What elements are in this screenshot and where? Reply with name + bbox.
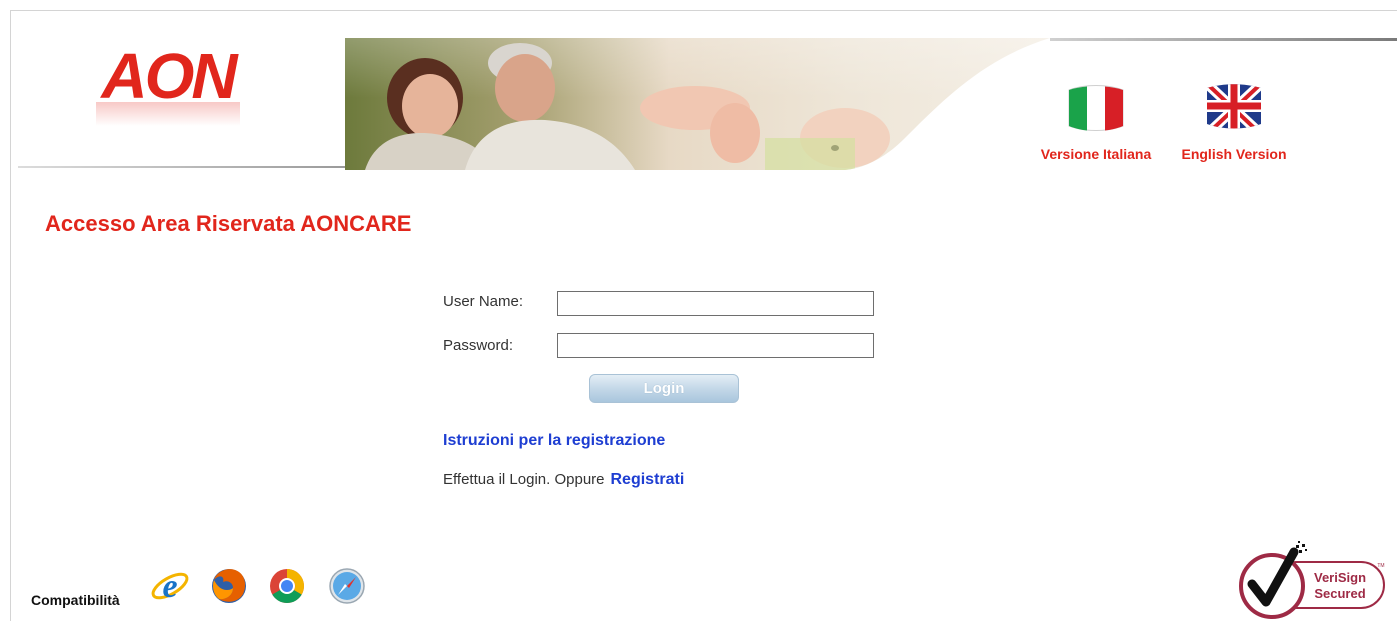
password-input[interactable] xyxy=(557,333,874,358)
logo-text: AON xyxy=(99,40,239,112)
register-link[interactable]: Registrati xyxy=(611,471,685,488)
firefox-icon xyxy=(212,569,246,603)
username-input[interactable] xyxy=(557,291,874,316)
uk-flag-icon xyxy=(1207,84,1261,129)
svg-text:e: e xyxy=(162,568,177,605)
chrome-icon xyxy=(270,569,304,603)
compatibility-label: Compatibilità xyxy=(31,592,120,608)
italian-version-label: Versione Italiana xyxy=(1040,146,1152,162)
register-row: Effettua il Login. Oppure Registrati xyxy=(443,471,684,489)
aon-logo[interactable]: AON xyxy=(86,40,250,132)
english-version-label: English Version xyxy=(1181,146,1287,162)
header-banner-image xyxy=(345,38,1050,170)
safari-icon xyxy=(329,568,365,604)
verisign-trademark: TM xyxy=(1377,563,1384,569)
registration-instructions-link[interactable]: Istruzioni per la registrazione xyxy=(443,432,665,450)
italian-version-link[interactable]: Versione Italiana xyxy=(1030,80,1162,162)
italy-flag-icon xyxy=(1068,85,1124,131)
verisign-secured-seal[interactable]: VeriSign Secured TM xyxy=(1236,540,1388,620)
english-version-link[interactable]: English Version xyxy=(1172,80,1296,162)
verisign-text-line2: Secured xyxy=(1314,586,1365,601)
register-prompt: Effettua il Login. Oppure xyxy=(443,471,605,488)
verisign-text-line1: VeriSign xyxy=(1314,570,1366,585)
login-button[interactable]: Login xyxy=(589,374,739,403)
internet-explorer-icon: e xyxy=(151,568,189,605)
page-title: Accesso Area Riservata AONCARE xyxy=(45,211,412,236)
header-divider-right xyxy=(1050,38,1397,41)
password-label: Password: xyxy=(443,337,514,354)
header-divider xyxy=(18,166,348,168)
username-label: User Name: xyxy=(443,293,524,310)
